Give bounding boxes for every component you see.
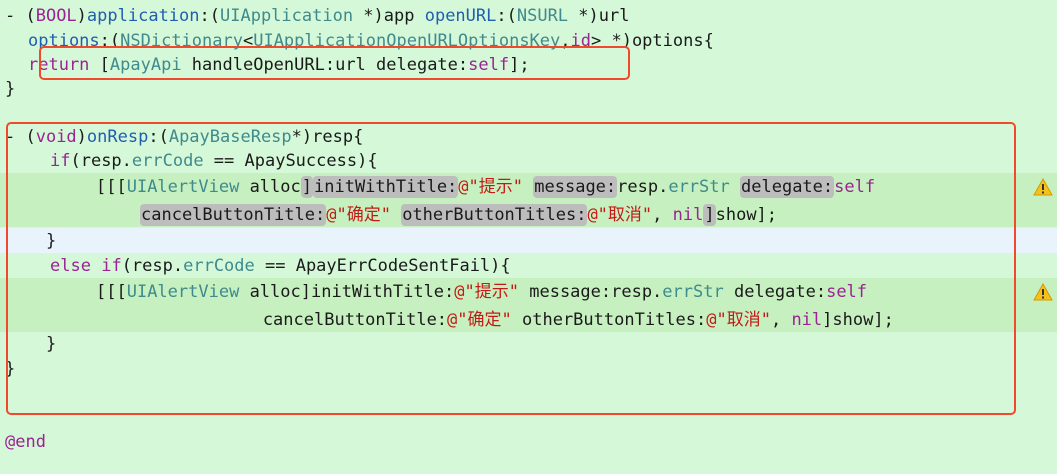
code-line: - (BOOL)application:(UIApplication *)app…: [5, 6, 630, 26]
warning-triangle-icon[interactable]: [1033, 177, 1053, 197]
warning-triangle-icon[interactable]: [1033, 282, 1053, 302]
annotation-box-return: [39, 46, 630, 80]
code-line: }: [5, 79, 16, 99]
annotation-box-onresp: [6, 122, 1016, 415]
code-line-end: @end: [5, 432, 46, 452]
